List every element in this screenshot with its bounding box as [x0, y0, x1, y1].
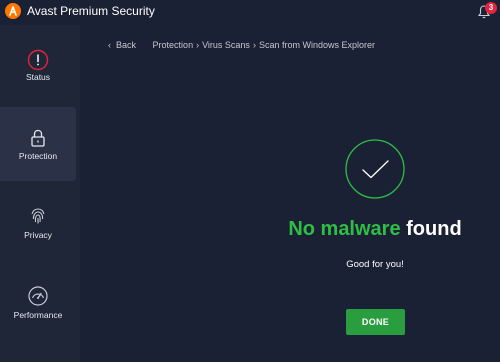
breadcrumb-item-protection[interactable]: Protection: [153, 40, 194, 50]
result-headline: No malware found: [262, 218, 488, 241]
sidebar-item-protection[interactable]: Protection: [0, 107, 76, 181]
fingerprint-icon: [31, 208, 45, 224]
headline-highlight: No malware: [288, 218, 401, 240]
avast-logo-icon: [5, 3, 21, 19]
success-check-icon: [345, 139, 405, 199]
breadcrumb: ‹ Back Protection › Virus Scans › Scan from …: [108, 40, 375, 50]
breadcrumb-separator: ›: [196, 40, 200, 50]
sidebar-item-label: Performance: [13, 310, 63, 320]
title-bar: Avast Premium Security 3: [0, 0, 500, 25]
app-title: Avast Premium Security: [27, 4, 155, 18]
sidebar-item-label: Status: [25, 72, 51, 82]
sidebar-item-status[interactable]: Status: [0, 30, 76, 104]
lock-icon: [31, 129, 45, 147]
done-button[interactable]: DONE: [346, 309, 405, 335]
sidebar-item-performance[interactable]: Performance: [0, 267, 76, 341]
chevron-left-icon: ‹: [108, 40, 111, 50]
sidebar: Status Protection Privacy Performance: [0, 25, 80, 362]
result-subtitle: Good for you!: [346, 259, 404, 270]
sidebar-item-label: Protection: [18, 151, 58, 161]
headline-rest: found: [406, 218, 462, 240]
alert-circle-icon: [27, 49, 49, 71]
notification-badge: 3: [485, 2, 497, 14]
back-button[interactable]: ‹ Back: [108, 40, 136, 50]
breadcrumb-item-virus-scans[interactable]: Virus Scans: [202, 40, 250, 50]
sidebar-item-label: Privacy: [24, 230, 52, 240]
sidebar-item-privacy[interactable]: Privacy: [0, 187, 76, 261]
breadcrumb-item-scan-from-explorer: Scan from Windows Explorer: [258, 40, 375, 50]
breadcrumb-separator: ›: [252, 40, 256, 50]
speedometer-icon: [28, 286, 48, 306]
back-label: Back: [116, 40, 137, 50]
